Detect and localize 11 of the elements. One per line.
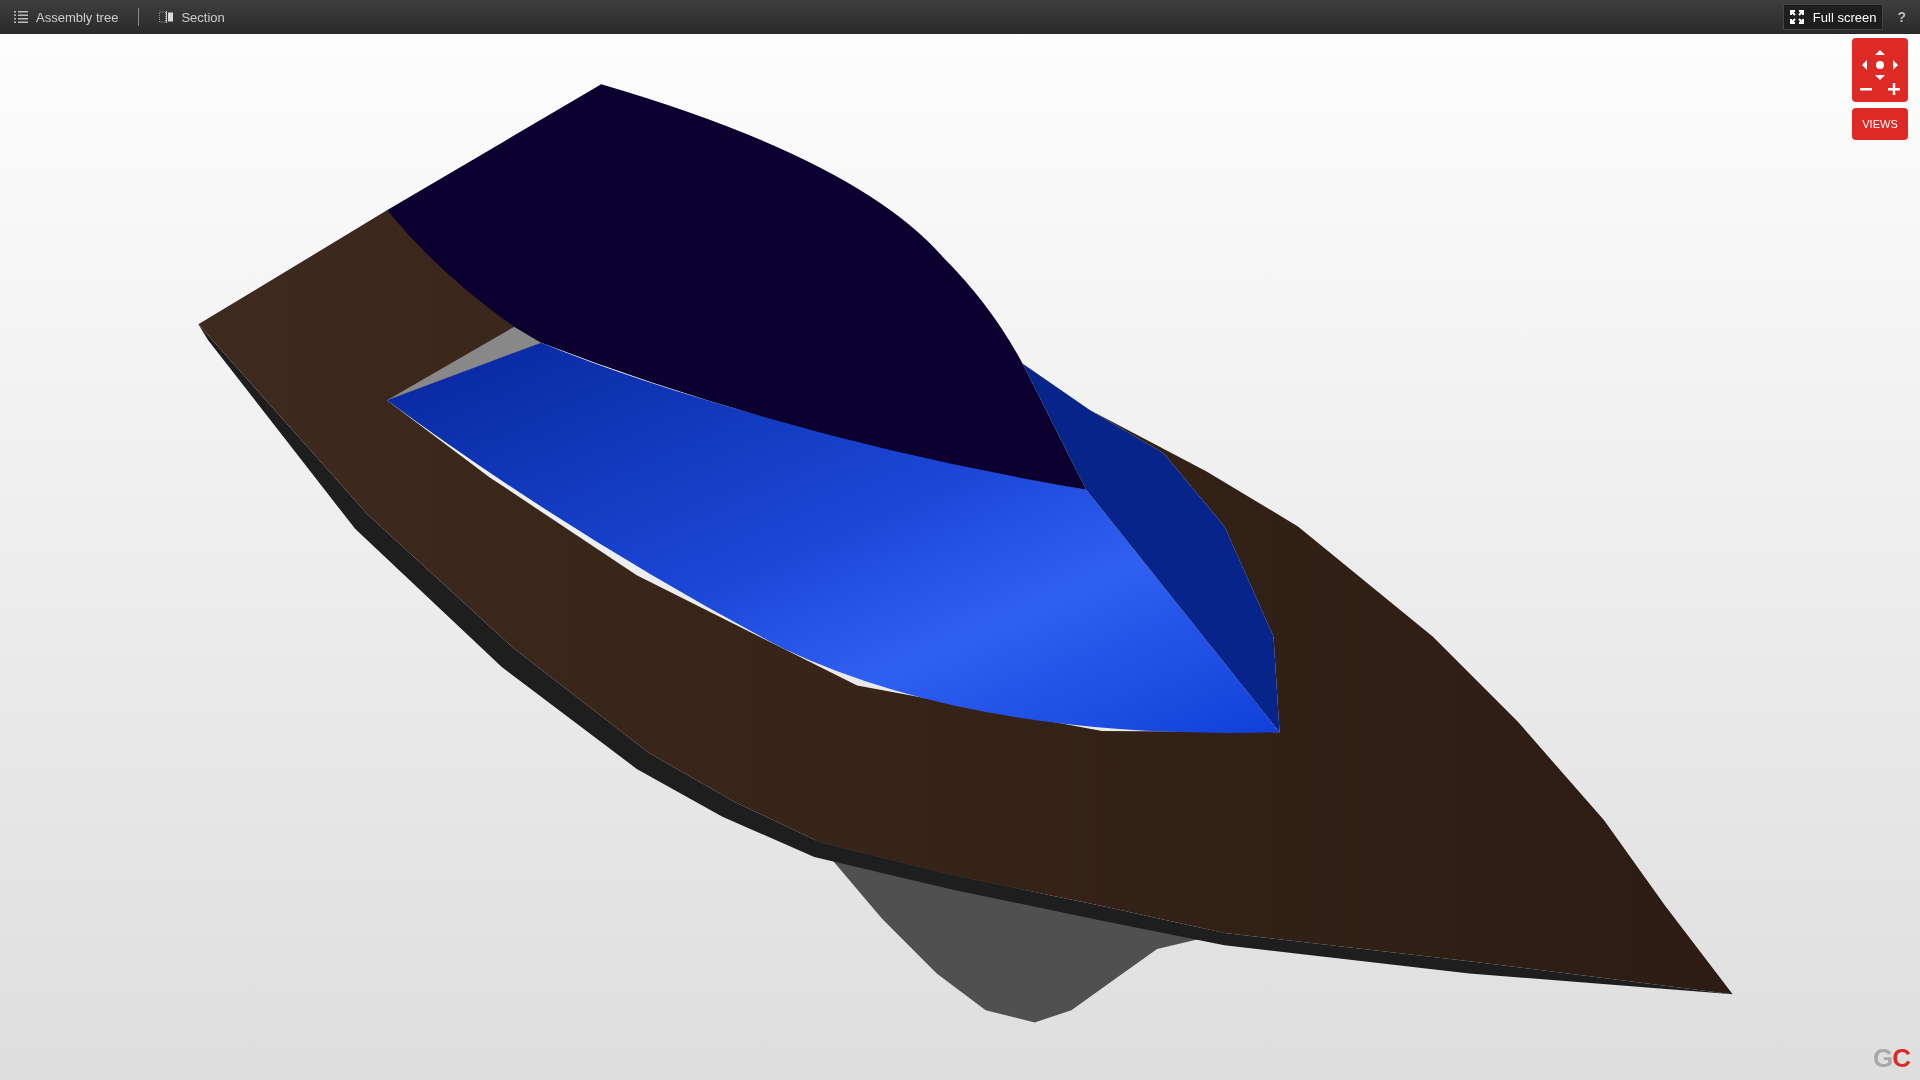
toolbar-button[interactable]: Section bbox=[155, 5, 229, 29]
help-button[interactable]: ? bbox=[1889, 5, 1914, 29]
section-icon bbox=[159, 11, 174, 23]
navigation-pad[interactable] bbox=[1852, 38, 1908, 102]
full-screen-button[interactable]: Full screen bbox=[1782, 4, 1884, 30]
expand-icon bbox=[1789, 10, 1804, 24]
zoom-in-icon[interactable] bbox=[1888, 82, 1900, 95]
list-icon bbox=[14, 11, 28, 23]
toolbar-button[interactable]: Assembly tree bbox=[10, 5, 123, 29]
views-button[interactable]: VIEWS bbox=[1852, 108, 1908, 140]
pan-arrows-icon bbox=[1862, 49, 1898, 80]
